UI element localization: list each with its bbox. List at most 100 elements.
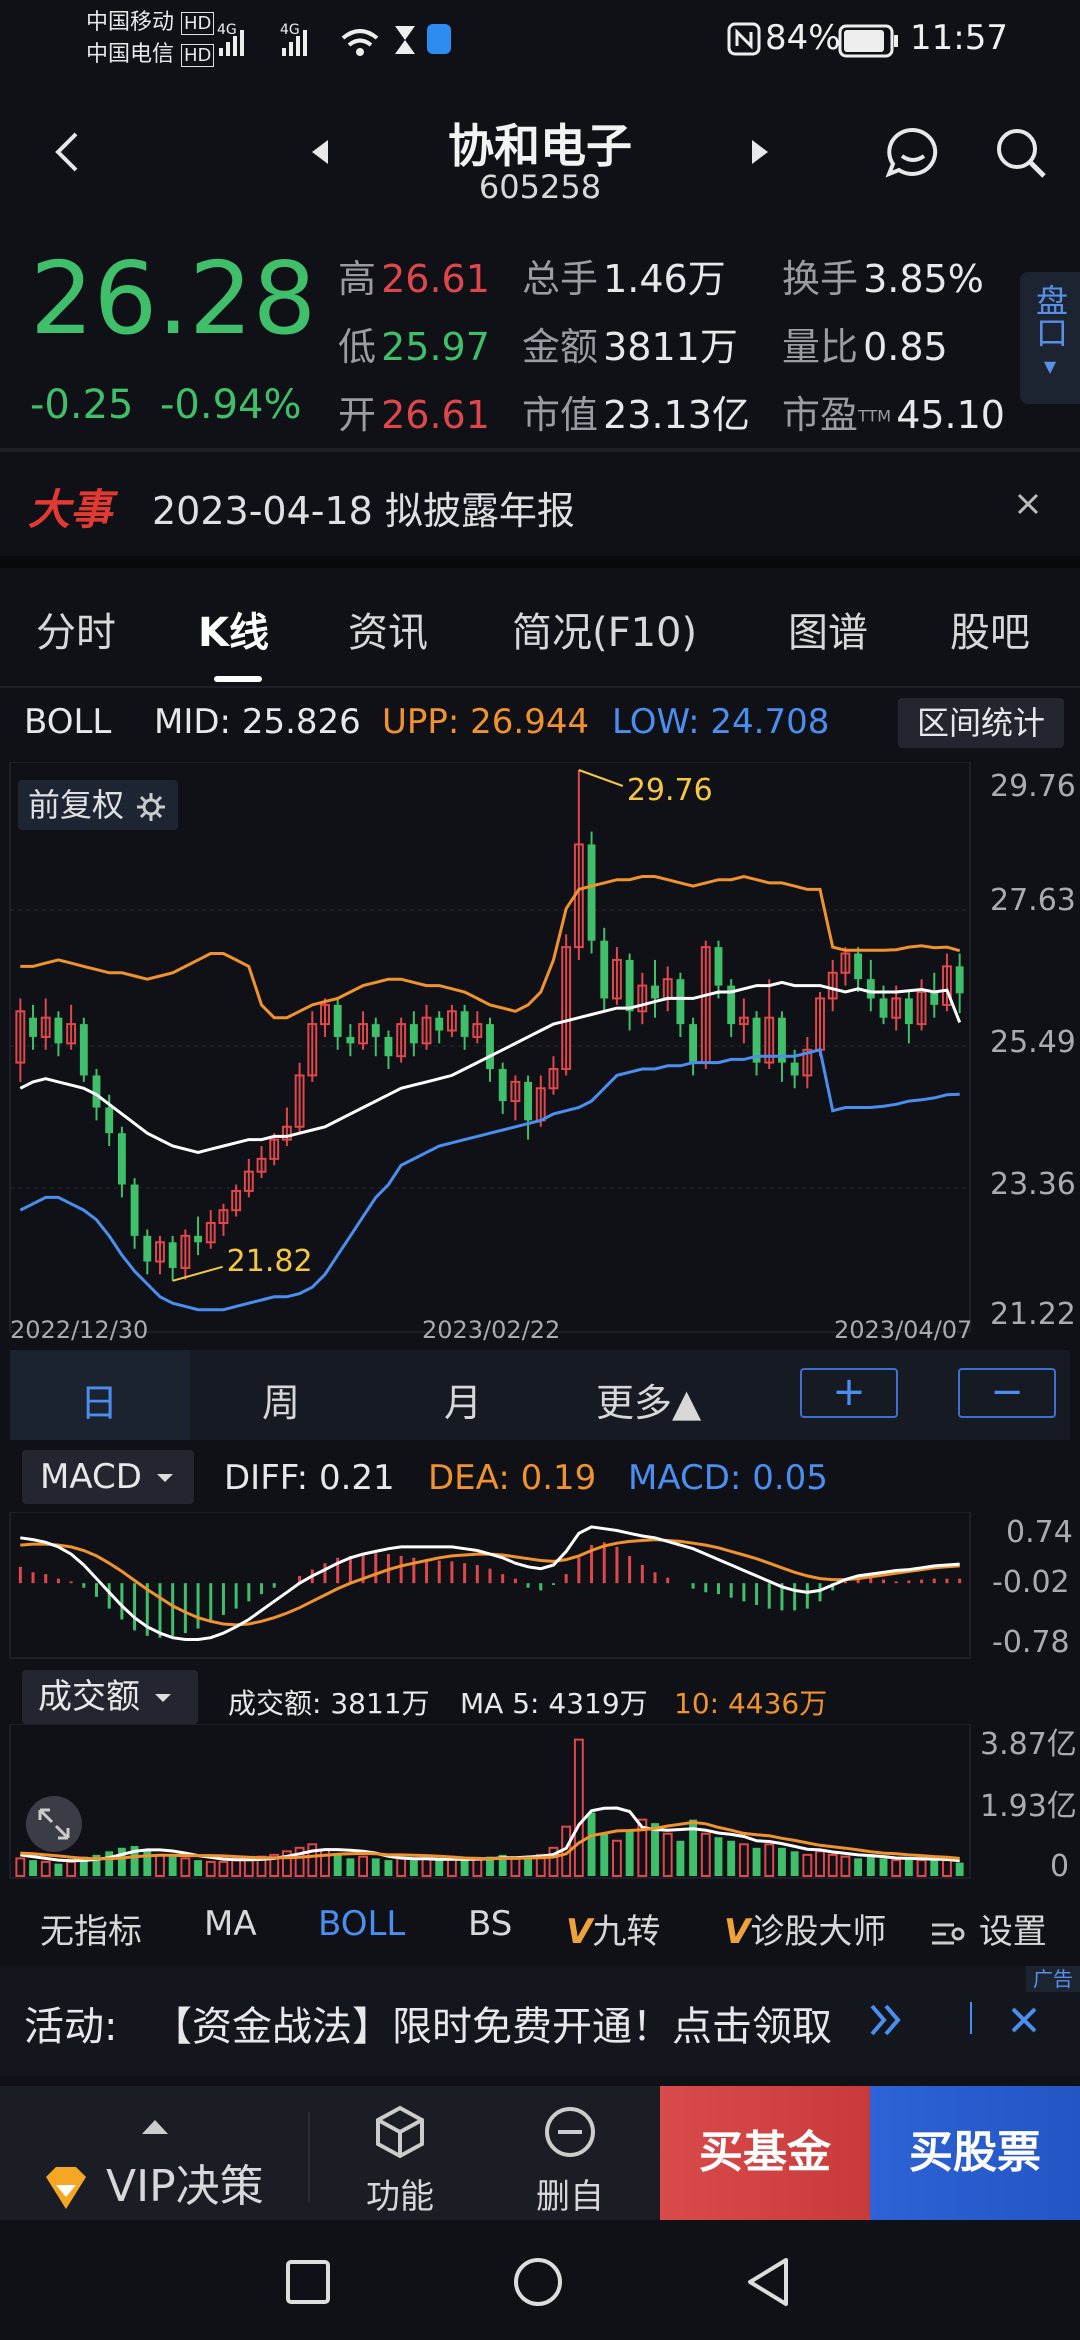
settings-list-icon xyxy=(932,1923,965,1944)
volume-bar xyxy=(752,1847,761,1876)
buy-fund-button[interactable]: 买基金 xyxy=(660,2086,870,2220)
tab-f10[interactable]: 简况(F10) xyxy=(512,600,697,658)
volume-selector[interactable]: 成交额 xyxy=(22,1670,198,1724)
boll-upp: UPP: 26.944 xyxy=(382,702,590,742)
close-icon[interactable] xyxy=(1016,492,1040,516)
adjust-button[interactable]: 前复权 xyxy=(18,780,179,830)
stat-vol-ratio: 量比 0.85 xyxy=(782,325,948,369)
volume-bar xyxy=(676,1840,685,1876)
buy-stock-button[interactable]: 买股票 xyxy=(870,2086,1080,2220)
kline-chart[interactable]: 29.76 27.63 25.49 23.36 21.22 2022/12/30… xyxy=(0,762,1080,1352)
y-tick-label: 0.74 xyxy=(1006,1515,1073,1550)
svg-text:4G: 4G xyxy=(217,22,237,38)
chevron-down-icon xyxy=(154,1694,171,1702)
news-banner[interactable]: 大事 2023-04-18 拟披露年报 xyxy=(0,452,1080,562)
battery-icon xyxy=(838,24,898,58)
tab-graph[interactable]: 图谱 xyxy=(788,600,868,658)
stat-pe: 市盈TTM 45.10 xyxy=(782,393,1005,437)
volume-bar xyxy=(66,1860,77,1877)
volume-bar xyxy=(205,1860,216,1877)
candle-body xyxy=(333,1004,342,1037)
period-day[interactable]: 日 xyxy=(80,1372,118,1427)
candle-body xyxy=(117,1133,126,1185)
candle-body xyxy=(676,979,685,1025)
vol-ma10-line xyxy=(20,1820,960,1861)
indicator-none[interactable]: 无指标 xyxy=(40,1904,142,1953)
stat-mktcap: 市值 23.13亿 xyxy=(522,393,750,437)
diamond-icon xyxy=(46,2167,86,2209)
indicator-bs[interactable]: BS xyxy=(468,1904,512,1944)
macd-diff: DIFF: 0.21 xyxy=(224,1458,395,1498)
chevron-down-icon xyxy=(156,1474,173,1482)
back-icon[interactable] xyxy=(52,130,82,174)
period-more[interactable]: 更多▲ xyxy=(596,1372,701,1427)
candle-body xyxy=(600,940,609,999)
candle-body xyxy=(54,1017,63,1044)
period-week[interactable]: 周 xyxy=(262,1372,300,1427)
tab-fenshi[interactable]: 分时 xyxy=(36,600,116,658)
volume-bar xyxy=(625,1830,634,1876)
volume-bar xyxy=(231,1859,242,1877)
volume-bar xyxy=(611,1839,622,1877)
ad-banner[interactable]: 活动: 【资金战法】限时免费开通！点击领取 xyxy=(0,1966,1080,2076)
volume-bar xyxy=(854,1858,863,1876)
macd-chart[interactable]: 0.74 -0.02 -0.78 xyxy=(0,1512,1080,1660)
back-nav-icon[interactable] xyxy=(744,2256,792,2308)
volume-bar xyxy=(587,1812,596,1876)
volume-bar xyxy=(815,1850,825,1878)
candle-body xyxy=(714,947,723,986)
volume-bar xyxy=(790,1851,799,1876)
x-tick-label: 2022/12/30 xyxy=(10,1316,148,1344)
volume-bar xyxy=(105,1851,114,1876)
tab-news[interactable]: 资讯 xyxy=(348,600,428,658)
period-month[interactable]: 月 xyxy=(444,1372,482,1427)
candle-body xyxy=(904,998,913,1025)
volume-chart[interactable]: 3.87亿 1.93亿 0 xyxy=(0,1724,1080,1880)
cube-icon xyxy=(376,2105,424,2159)
close-icon[interactable] xyxy=(1010,2006,1038,2034)
volume-bar xyxy=(307,1843,318,1877)
zoom-out-button[interactable]: − xyxy=(958,1368,1056,1418)
volume-bar xyxy=(421,1857,432,1877)
macd-selector[interactable]: MACD xyxy=(22,1450,194,1504)
volume-bar xyxy=(472,1857,483,1877)
range-stats-button[interactable]: 区间统计 xyxy=(898,698,1064,748)
chevron-up-icon[interactable] xyxy=(140,2116,170,2136)
volume-bar xyxy=(764,1843,775,1877)
candle-body xyxy=(79,1024,88,1076)
search-icon[interactable] xyxy=(992,124,1050,182)
recents-icon[interactable] xyxy=(284,2258,332,2306)
func-button[interactable]: 功能 xyxy=(350,2104,450,2218)
low-annotation: 21.82 xyxy=(227,1244,313,1279)
tab-kline[interactable]: K线 xyxy=(198,600,269,658)
ad-tag: 广告 xyxy=(1026,1966,1080,1992)
pankou-button[interactable]: 盘口 ▼ xyxy=(1020,272,1080,404)
next-stock-icon[interactable] xyxy=(748,138,772,166)
volume-bar xyxy=(155,1853,165,1878)
stat-volume: 总手 1.46万 xyxy=(522,257,726,301)
vip-button[interactable]: VIP决策 xyxy=(40,2150,264,2214)
annotation-leader xyxy=(578,769,624,787)
candle-body xyxy=(854,953,863,980)
candle-body xyxy=(498,1069,507,1102)
candle-body xyxy=(587,844,596,941)
indicator-boll[interactable]: BOLL xyxy=(318,1904,405,1944)
divider xyxy=(308,2112,310,2202)
news-text: 2023-04-18 拟披露年报 xyxy=(152,489,575,533)
zoom-in-button[interactable]: + xyxy=(800,1368,898,1418)
volume-bar xyxy=(371,1858,380,1876)
volume-bar xyxy=(435,1860,444,1876)
indicator-jiuzhuan[interactable]: V九转 xyxy=(566,1904,660,1953)
prev-stock-icon[interactable] xyxy=(308,138,332,166)
indicator-diagnosis[interactable]: V诊股大师 xyxy=(724,1904,886,1953)
price-change-pct: -0.94% xyxy=(160,382,302,428)
price-change: -0.25 xyxy=(30,382,134,428)
volume-bar xyxy=(942,1859,952,1877)
indicator-ma[interactable]: MA xyxy=(204,1904,257,1944)
home-icon[interactable] xyxy=(512,2256,564,2308)
stat-low: 低 25.97 xyxy=(338,325,490,369)
chat-icon[interactable] xyxy=(884,124,942,182)
tab-forum[interactable]: 股吧 xyxy=(950,600,1030,658)
volume-bar xyxy=(333,1854,342,1876)
indicator-settings[interactable]: 设置 xyxy=(928,1904,1047,1953)
